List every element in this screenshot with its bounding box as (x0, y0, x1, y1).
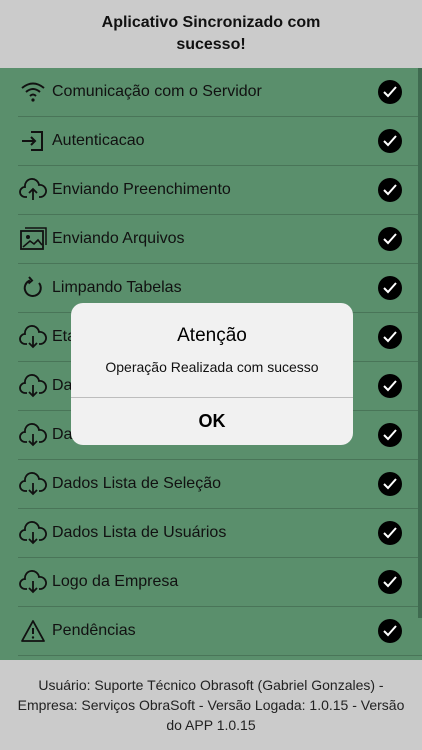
ok-button[interactable]: OK (71, 398, 353, 445)
dialog-message: Operação Realizada com sucesso (105, 359, 319, 375)
alert-dialog: Atenção Operação Realizada com sucesso O… (71, 303, 353, 445)
dialog-title: Atenção (177, 325, 247, 346)
